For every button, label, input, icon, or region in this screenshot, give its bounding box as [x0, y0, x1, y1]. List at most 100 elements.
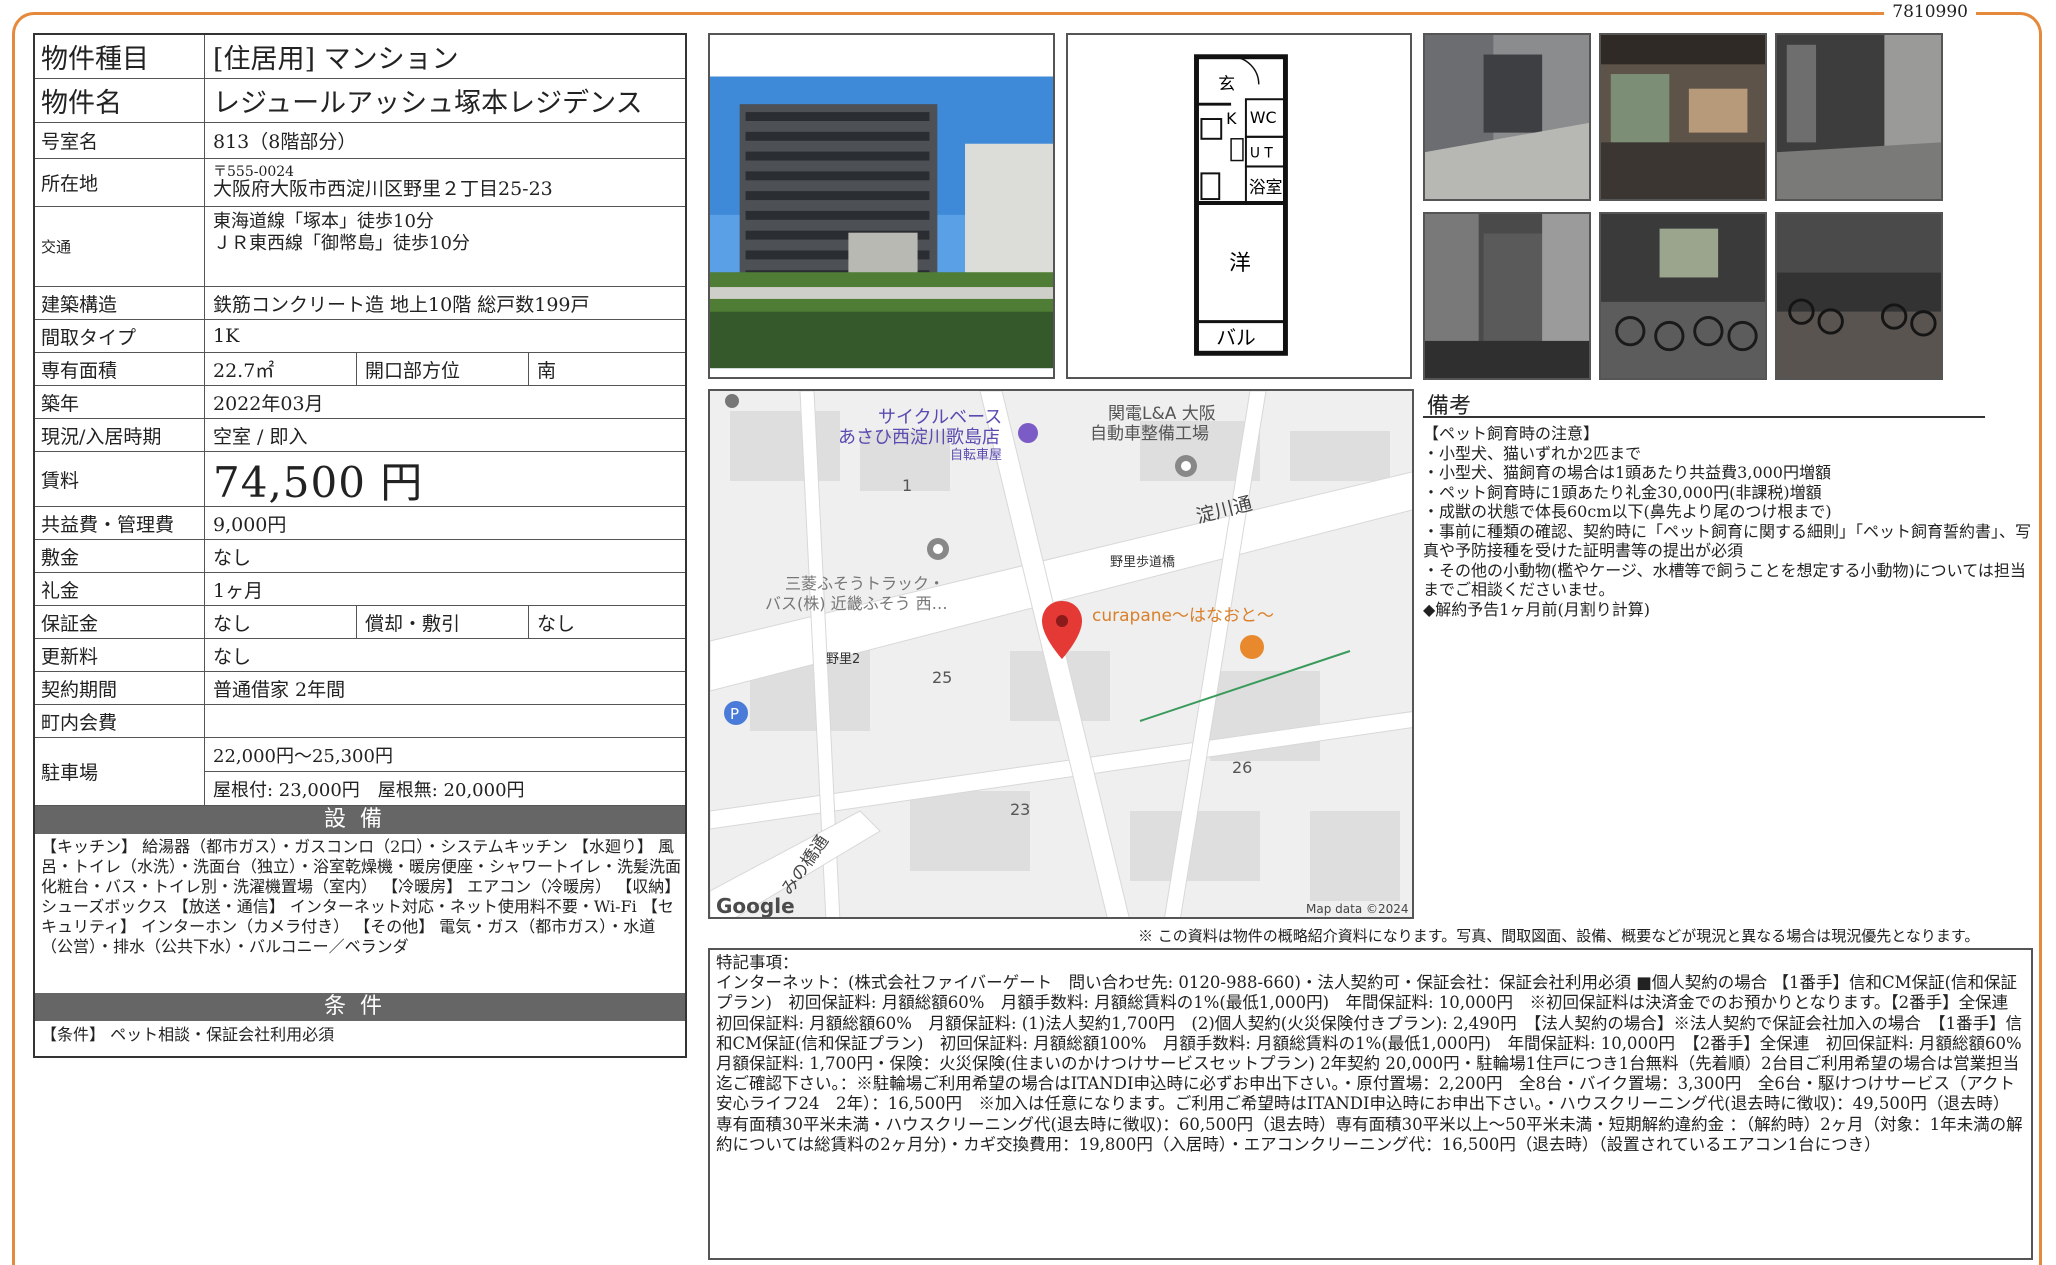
value-renewal: なし — [213, 645, 252, 668]
reference-number: 7810990 — [1884, 2, 1976, 22]
label-rent: 賃料 — [35, 452, 205, 506]
remarks-line: ・小型犬、猫飼育の場合は1頭あたり共益費3,000円増額 — [1423, 463, 1831, 482]
conditions-text: 【条件】 ペット相談・保証会社利用必須 — [41, 1025, 335, 1044]
row-status: 現況/入居時期 空室 / 即入 — [35, 419, 685, 452]
label-structure: 建築構造 — [35, 287, 205, 319]
value-parking: 22,000円〜25,300円 屋根付: 23,000円 屋根無: 20,000… — [205, 738, 685, 805]
label-room: 号室名 — [35, 123, 205, 158]
row-structure: 建築構造 鉄筋コンクリート造 地上10階 総戸数199戸 — [35, 287, 685, 320]
value-direction: 南 — [537, 359, 557, 382]
row-transport: 交通 東海道線「塚本」徒歩10分 ＪＲ東西線「御幣島」徒歩10分 — [35, 207, 685, 287]
map-google-logo: Google — [716, 894, 795, 918]
address-text: 大阪府大阪市西淀川区野里２丁目25-23 — [213, 177, 553, 200]
value-layout: 1K — [213, 325, 240, 347]
map-block-23: 23 — [1010, 800, 1030, 819]
map-poi-3a: 三菱ふそうトラック・ — [785, 574, 945, 593]
map-block-1: 1 — [902, 476, 912, 495]
transport-line-1: 東海道線「塚本」徒歩10分 — [213, 211, 434, 232]
parking-detail: 屋根付: 23,000円 屋根無: 20,000円 — [213, 779, 525, 801]
row-type: 物件種目 [住居用] マンション — [35, 35, 685, 79]
floorplan-entry: 玄 — [1218, 73, 1235, 93]
remarks-line: ・その他の小動物(檻やケージ、水槽等で飼うことを想定する小動物)については担当ま… — [1423, 560, 2026, 600]
remarks-line: ・ペット飼育時に1頭あたり礼金30,000円(非課税)増額 — [1423, 482, 1822, 502]
remarks-title: 備考 — [1423, 388, 1985, 419]
security-split: なし 償却・敷引 なし — [205, 606, 685, 638]
map-block-25: 25 — [932, 668, 952, 687]
floorplan-wc: WC — [1250, 108, 1277, 127]
value-transport: 東海道線「塚本」徒歩10分 ＪＲ東西線「御幣島」徒歩10分 — [205, 207, 685, 286]
map-poi-2a: 関電L&A 大阪 — [1108, 404, 1216, 424]
remarks-body: 【ペット飼育時の注意】 ・小型犬、猫いずれか2匹まで ・小型犬、猫飼育の場合は1… — [1423, 424, 2033, 619]
row-renewal: 更新料 なし — [35, 639, 685, 672]
conditions-band: 条件 — [35, 993, 685, 1021]
map-poi-2b: 自動車整備工場 — [1090, 424, 1209, 444]
floorplan-ut: U T — [1250, 146, 1274, 162]
floorplan-drawing: 玄 K WC U T 浴室 洋 バル — [1068, 35, 1410, 377]
value-deposit: なし — [213, 546, 252, 569]
photo-lobby — [1599, 33, 1767, 201]
map-poi-3b: バス(株) 近畿ふそう 西… — [765, 594, 948, 613]
row-security: 保証金 なし 償却・敷引 なし — [35, 606, 685, 639]
label-community: 町内会費 — [35, 705, 205, 737]
facilities-text: 【キッチン】 給湯器（都市ガス）・ガスコンロ（2口）・システムキッチン 【水廻り… — [41, 837, 682, 956]
remarks-line: ・小型犬、猫いずれか2匹まで — [1423, 443, 1642, 463]
disclaimer: ※ この資料は物件の概略紹介資料になります。写真、間取図面、設備、概要などが現況… — [1138, 927, 1980, 945]
floorplan-balcony: バル — [1216, 326, 1256, 349]
row-rent: 賃料 74,500 円 — [35, 452, 685, 507]
label-security: 保証金 — [35, 606, 205, 638]
label-built: 築年 — [35, 386, 205, 418]
map-parking-icon: P — [730, 705, 739, 723]
floorplan-western-room: 洋 — [1229, 251, 1251, 276]
label-direction: 開口部方位 — [357, 353, 529, 385]
value-structure: 鉄筋コンクリート造 地上10階 総戸数199戸 — [213, 293, 590, 316]
value-key-money: 1ヶ月 — [213, 579, 264, 602]
value-contract: 普通借家 2年間 — [213, 678, 346, 701]
value-room: 813（8階部分） — [213, 131, 357, 153]
label-layout: 間取タイプ — [35, 320, 205, 352]
notes-title: 特記事項： — [716, 953, 799, 972]
remarks-line: ・成獣の状態で体長60cm以下(鼻先より尾のつけ根まで) — [1423, 502, 1832, 521]
label-transport: 交通 — [35, 207, 205, 286]
map-stop-nozato-bridge: 野里歩道橋 — [1110, 555, 1175, 570]
photo-entrance — [1423, 33, 1591, 201]
map-poi-curapane: curapane〜はなおと〜 — [1092, 606, 1274, 626]
label-status: 現況/入居時期 — [35, 419, 205, 451]
value-type: [住居用] マンション — [213, 44, 459, 75]
value-address: 〒555-0024 大阪府大阪市西淀川区野里２丁目25-23 — [205, 159, 685, 206]
special-notes: 特記事項： インターネット：(株式会社ファイバーゲート 問い合わせ先: 0120… — [708, 948, 2039, 1260]
value-built: 2022年03月 — [213, 392, 324, 415]
label-fee: 共益費・管理費 — [35, 507, 205, 539]
row-layout: 間取タイプ 1K — [35, 320, 685, 353]
row-community: 町内会費 — [35, 705, 685, 738]
value-name: レジュールアッシュ塚本レジデンス — [213, 88, 643, 119]
label-contract: 契約期間 — [35, 672, 205, 704]
row-area: 専有面積 22.7㎡ 開口部方位 南 — [35, 353, 685, 386]
row-deposit: 敷金 なし — [35, 540, 685, 573]
label-key-money: 礼金 — [35, 573, 205, 605]
floorplan: 玄 K WC U T 浴室 洋 バル — [1066, 33, 1412, 379]
label-amort: 償却・敷引 — [357, 606, 529, 638]
row-address: 所在地 〒555-0024 大阪府大阪市西淀川区野里２丁目25-23 — [35, 159, 685, 207]
facilities-band: 設備 — [35, 806, 685, 834]
remarks-line: ◆解約予告1ヶ月前(月割り計算) — [1423, 599, 1650, 619]
value-fee: 9,000円 — [213, 513, 287, 536]
value-rent: 74,500 円 — [213, 457, 424, 507]
row-name: 物件名 レジュールアッシュ塚本レジデンス — [35, 79, 685, 123]
notes-text: インターネット：(株式会社ファイバーゲート 問い合わせ先: 0120-988-6… — [716, 973, 2039, 1154]
photo-bicycle-parking-2 — [1775, 212, 1943, 380]
map-poi-1b: あさひ西淀川歌島店 — [838, 427, 1000, 448]
floorplan-bath: 浴室 — [1249, 177, 1283, 197]
map-poi-1a: サイクルベース — [878, 407, 1002, 428]
label-parking: 駐車場 — [35, 738, 205, 805]
parking-range: 22,000円〜25,300円 — [205, 738, 685, 772]
row-parking: 駐車場 22,000円〜25,300円 屋根付: 23,000円 屋根無: 20… — [35, 738, 685, 806]
row-built: 築年 2022年03月 — [35, 386, 685, 419]
location-map[interactable]: P サイクルベース あさひ西淀川歌島店 自転車屋 関電L&A 大阪 自動車整備工… — [708, 389, 1414, 919]
floorplan-kitchen: K — [1226, 109, 1237, 128]
area-split: 22.7㎡ 開口部方位 南 — [205, 353, 685, 385]
label-name: 物件名 — [35, 79, 205, 122]
row-contract: 契約期間 普通借家 2年間 — [35, 672, 685, 705]
photo-mailbox — [1775, 33, 1943, 201]
photo-bicycle-parking-1 — [1599, 212, 1767, 380]
map-copyright: Map data ©2024 — [1306, 902, 1409, 916]
